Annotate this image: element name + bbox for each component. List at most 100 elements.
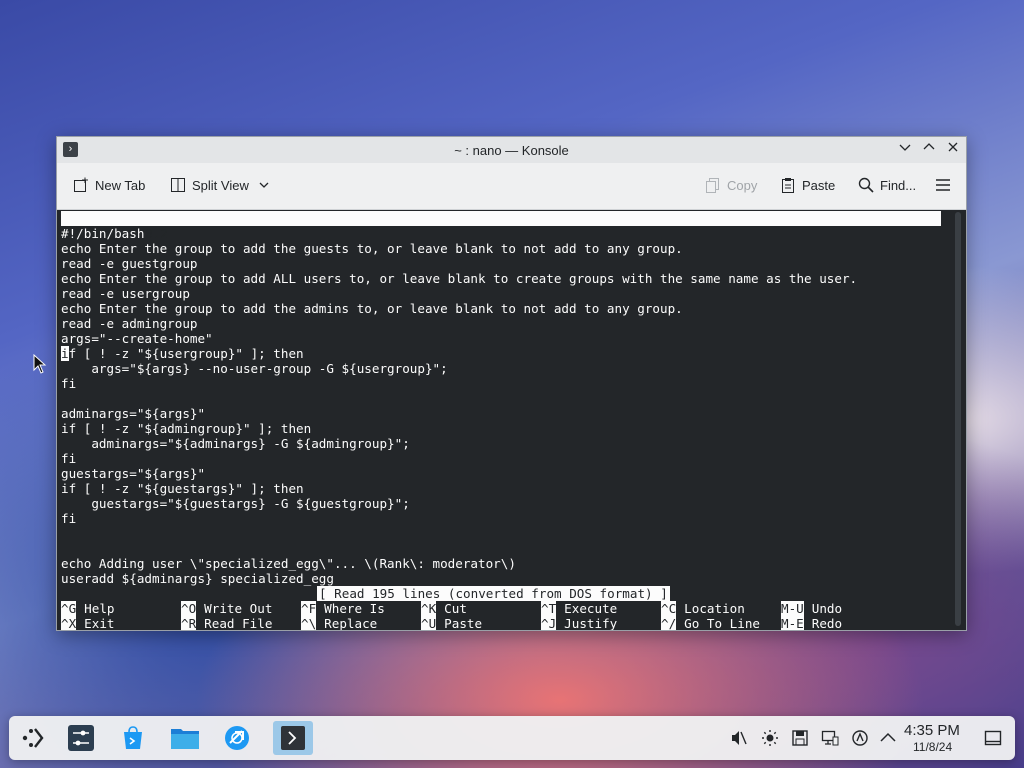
taskbar-panel: 4:35 PM 11/8/24 [9,716,1015,760]
code-line-text: fi [61,376,77,391]
system-settings-taskbar-button[interactable] [64,721,98,755]
search-icon [858,177,874,193]
shortcut-key: ^K [421,601,437,616]
nano-shortcut[interactable]: ^/ Go To Line [661,616,760,630]
code-line-text: args="--create-home" [61,331,213,346]
code-line: guestargs="${args}" [61,466,205,481]
code-line: read -e admingroup [61,316,197,331]
code-line-text: fi [61,451,77,466]
code-line: if [ ! -z "${admingroup}" ]; then [61,421,311,436]
browser-globe-icon [225,726,249,750]
save-disk-icon[interactable] [791,729,809,751]
code-line-text: echo Enter the group to add the admins t… [61,301,683,316]
shortcut-label: Read File [204,616,273,630]
nano-shortcut[interactable]: M-U Undo [781,601,842,616]
split-view-button[interactable]: Split View [170,177,269,193]
close-button[interactable] [946,141,960,157]
find-button[interactable]: Find... [858,177,916,193]
discover-taskbar-button[interactable] [116,721,150,755]
minimize-button[interactable] [898,141,912,157]
shortcut-label: Exit [84,616,115,630]
shortcut-label: Cut [444,601,467,616]
split-view-label: Split View [192,177,249,193]
copy-label: Copy [727,177,758,193]
browser-taskbar-button[interactable] [220,721,254,755]
nano-shortcut[interactable]: ^\ Replace [301,616,377,630]
code-line: fi [61,376,76,391]
clock-date[interactable]: 11/8/24 [913,740,952,754]
shortcut-key: ^J [541,616,557,630]
nano-shortcut[interactable]: ^C Location [661,601,745,616]
hamburger-menu-button[interactable] [935,177,951,193]
code-line-text: guestargs="${args}" [61,466,206,481]
nano-shortcut[interactable]: ^U Paste [421,616,482,630]
nano-shortcut[interactable]: ^R Read File [181,616,272,630]
nano-shortcut[interactable]: M-E Redo [781,616,842,630]
volume-muted-icon[interactable] [730,729,748,751]
shortcut-label: Replace [324,616,378,630]
shortcut-label: Paste [444,616,483,630]
code-line: fi [61,511,76,526]
terminal-scrollbar[interactable] [955,212,961,626]
shortcut-label: Write Out [204,601,273,616]
code-line: guestargs="${guestargs} -G ${guestgroup}… [61,496,410,511]
paste-button[interactable]: Paste [780,177,835,193]
chevron-down-icon [259,182,269,188]
maximize-button[interactable] [922,141,936,157]
code-line-text: read -e guestgroup [61,256,198,271]
show-desktop-icon[interactable] [984,729,1002,751]
dolphin-taskbar-button[interactable] [168,721,202,755]
title-bar[interactable]: › ~ : nano — Konsole [57,137,966,163]
settings-sliders-icon [68,725,94,751]
chevron-up-icon[interactable] [879,729,897,751]
clock-time[interactable]: 4:35 PM [904,722,960,739]
terminal-icon [281,726,305,750]
kde-launcher-icon [22,728,44,748]
shortcut-key: ^X [61,616,77,630]
hamburger-menu-icon [936,179,950,191]
toolbar: New Tab Split View Copy Paste Find... [57,163,966,210]
konsole-taskbar-button[interactable] [273,721,313,755]
nano-status-message: [ Read 195 lines (converted from DOS for… [317,586,670,601]
shortcut-key: ^C [661,601,677,616]
shortcut-key: ^T [541,601,557,616]
code-line: read -e guestgroup [61,256,197,271]
brightness-icon[interactable] [761,729,779,751]
shortcut-key: ^U [421,616,437,630]
new-tab-label: New Tab [95,177,146,193]
application-launcher-button[interactable] [16,721,50,755]
shortcut-label: Redo [811,616,843,630]
terminal-view[interactable]: GNU nano 8.2 a.sh #!/bin/bash echo Enter … [57,210,966,630]
shortcut-key: ^G [61,601,77,616]
network-wired-icon[interactable] [821,729,839,751]
shortcut-label: Help [84,601,115,616]
code-line-text: args="${args} --no-user-group -G ${userg… [61,361,448,376]
code-line: echo Enter the group to add the admins t… [61,301,683,316]
nano-shortcut[interactable]: ^G Help [61,601,115,616]
nano-shortcut[interactable]: ^K Cut [421,601,467,616]
code-line: adminargs="${adminargs} -G ${admingroup}… [61,436,409,451]
code-line-text: echo Adding user \"specialized_egg\"... … [61,556,516,571]
shortcut-key: ^F [301,601,317,616]
copy-button[interactable]: Copy [705,177,757,193]
nano-shortcut[interactable]: ^T Execute [541,601,617,616]
shortcut-key: ^/ [661,616,677,630]
new-tab-icon [74,177,88,192]
nano-shortcut[interactable]: ^O Write Out [181,601,272,616]
split-view-icon [171,178,185,192]
code-line-text: useradd ${adminargs} specialized_egg [61,571,334,586]
code-line: read -e usergroup [61,286,190,301]
update-notifier-icon[interactable] [851,729,869,751]
nano-shortcut[interactable]: ^J Justify [541,616,617,630]
code-line-text: guestargs="${guestargs} -G ${guestgroup}… [61,496,410,511]
text-cursor: i [61,346,69,361]
new-tab-button[interactable]: New Tab [73,177,145,193]
shortcut-label: Location [684,601,745,616]
nano-shortcut[interactable]: ^F Where Is [301,601,385,616]
nano-shortcut[interactable]: ^X Exit [61,616,115,630]
code-line-text: echo Enter the group to add the guests t… [61,241,683,256]
code-line: echo Adding user \"specialized_egg\"... … [61,556,516,571]
window-title: ~ : nano — Konsole [454,143,569,158]
folder-icon [171,729,199,749]
shortcut-label: Justify [564,616,618,630]
